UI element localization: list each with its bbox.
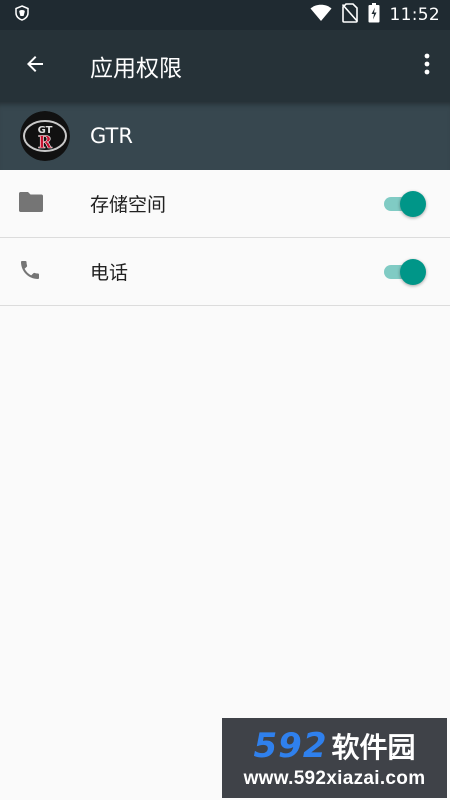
watermark-url: www.592xiazai.com: [243, 768, 426, 789]
shield-icon: [14, 5, 30, 25]
app-name: GTR: [90, 124, 133, 148]
permission-label: 存储空间: [90, 194, 167, 216]
folder-icon: [18, 191, 44, 217]
status-time: 11:52: [389, 5, 440, 25]
svg-text:R: R: [38, 133, 53, 153]
app-icon: GT R: [20, 111, 70, 161]
arrow-left-icon: [23, 52, 47, 80]
wifi-icon: [310, 4, 332, 26]
watermark-number: 592: [253, 726, 328, 766]
phone-permission-switch[interactable]: [382, 258, 426, 286]
toolbar: 应用权限: [0, 30, 450, 102]
status-bar: 11:52: [0, 0, 450, 30]
permission-row-phone[interactable]: 电话: [0, 238, 450, 306]
permission-row-storage[interactable]: 存储空间: [0, 170, 450, 238]
page-title: 应用权限: [90, 56, 182, 82]
phone-icon: [18, 258, 42, 286]
watermark-brand: 软件园: [331, 731, 416, 764]
permission-list: 存储空间 电话: [0, 170, 450, 306]
more-vert-icon: [424, 53, 430, 79]
storage-permission-switch[interactable]: [382, 190, 426, 218]
app-header: GT R GTR: [0, 102, 450, 170]
permission-label: 电话: [90, 262, 129, 284]
battery-charging-icon: [368, 3, 380, 27]
app-permissions-screen: 11:52 应用权限 GT R GTR 存储空间 电话 592 软件园 www.…: [0, 0, 450, 800]
watermark: 592 软件园 www.592xiazai.com: [222, 718, 447, 798]
more-options-button[interactable]: [404, 30, 450, 102]
back-button[interactable]: [0, 30, 70, 102]
no-sim-icon: [341, 3, 358, 27]
